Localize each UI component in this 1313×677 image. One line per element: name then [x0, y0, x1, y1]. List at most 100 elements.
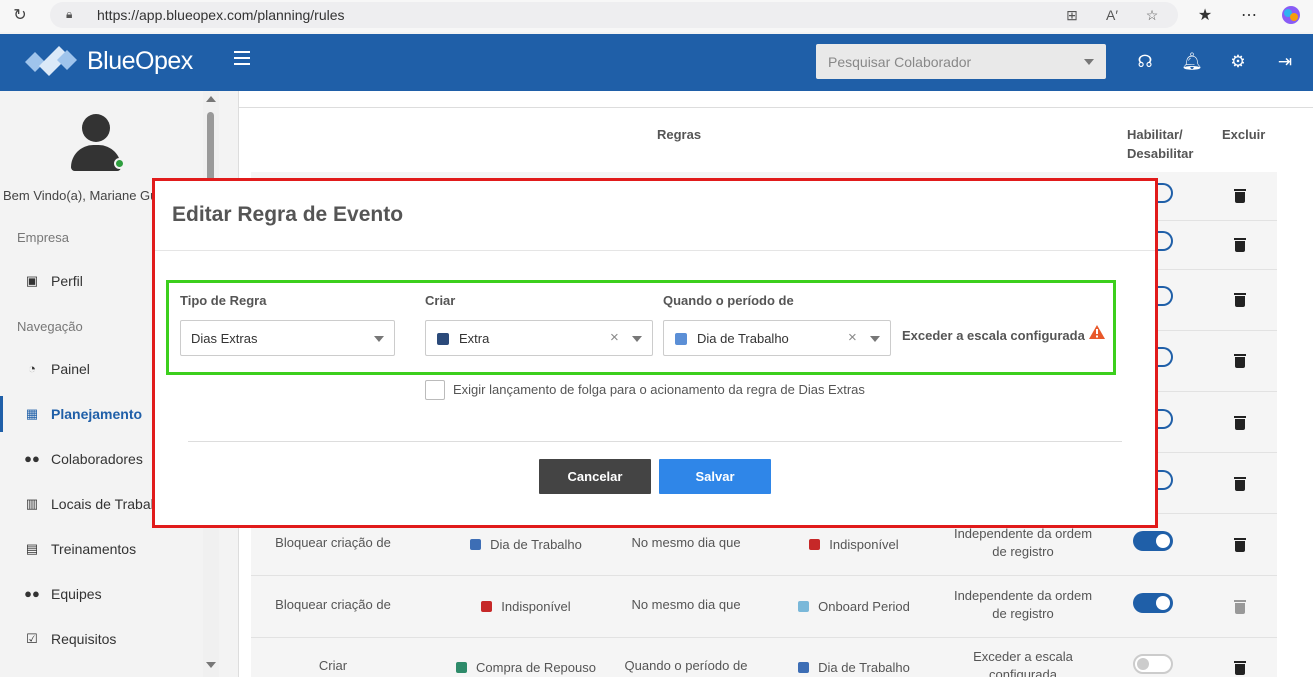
criar-color-swatch [437, 333, 449, 345]
briefcase-icon: ▣ [25, 273, 39, 288]
building-icon: ▥ [25, 496, 39, 511]
tipo-regra-value: Dias Extras [191, 331, 258, 346]
trash-icon[interactable] [1234, 477, 1246, 491]
row-event: Compra de Repouso [441, 660, 611, 675]
row-order-1: Independente da ordem [953, 588, 1093, 603]
menu-toggle-icon[interactable] [234, 51, 250, 65]
checkbox-icon: ☑ [26, 631, 38, 646]
require-folga-label: Exigir lançamento de folga para o aciona… [453, 382, 865, 397]
row-target: Onboard Period [779, 599, 929, 614]
row-condition: No mesmo dia que [631, 535, 741, 550]
trash-icon[interactable] [1234, 538, 1246, 552]
sidebar-item-treinamentos[interactable]: ▤ Treinamentos [0, 529, 203, 569]
team-icon: ●● [24, 586, 40, 601]
target-color-swatch [798, 601, 810, 612]
column-header-regras: Regras [657, 127, 702, 142]
chevron-down-icon [1084, 59, 1094, 65]
row-condition: No mesmo dia que [631, 597, 741, 612]
chevron-down-icon [632, 336, 642, 342]
column-header-habilitar: Habilitar/ [1127, 127, 1183, 142]
clear-icon[interactable]: × [610, 329, 619, 346]
section-navegacao: Navegação [17, 319, 83, 334]
row-condition: Quando o período de [624, 658, 748, 673]
row-event: Indisponível [441, 599, 611, 614]
enable-toggle[interactable] [1133, 593, 1173, 613]
criar-select[interactable]: Extra × [425, 320, 653, 356]
sidebar-item-label: Painel [51, 361, 90, 377]
table-row: Bloquear criação de Indisponível No mesm… [251, 576, 1277, 638]
sidebar-item-requisitos[interactable]: ☑ Requisitos [0, 619, 203, 659]
bell-icon[interactable]: 🔔︎ [1181, 51, 1203, 73]
event-color-swatch [481, 601, 493, 612]
clear-icon[interactable]: × [848, 329, 857, 346]
url-text[interactable]: https://app.blueopex.com/planning/rules [97, 7, 345, 23]
quando-select[interactable]: Dia de Trabalho × [663, 320, 891, 356]
modal-title: Editar Regra de Evento [172, 203, 404, 226]
search-employee-select[interactable]: Pesquisar Colaborador [816, 44, 1106, 79]
row-order-2: de registro [992, 544, 1054, 559]
trash-icon[interactable] [1234, 238, 1246, 252]
target-color-swatch [809, 539, 821, 550]
exceed-text: Exceder a escala configurada [902, 328, 1085, 343]
divider [155, 250, 1155, 251]
column-header-excluir: Excluir [1222, 127, 1266, 142]
row-order-2: de registro [992, 606, 1054, 621]
logo[interactable]: BlueOpex [25, 46, 193, 76]
favorite-star-icon[interactable]: ☆ [1143, 6, 1161, 24]
lock-icon[interactable]: 🔒︎ [66, 7, 80, 21]
read-aloud-icon[interactable]: A′ [1103, 6, 1121, 24]
sidebar-item-label: Treinamentos [51, 541, 137, 557]
trash-icon[interactable] [1234, 293, 1246, 307]
criar-value: Extra [459, 331, 490, 346]
app-grid-icon[interactable]: ⊞ [1063, 6, 1081, 24]
welcome-text: Bem Vindo(a), Mariane Gu [3, 188, 158, 203]
tipo-regra-select[interactable]: Dias Extras [180, 320, 395, 356]
sidebar-item-label: Requisitos [51, 631, 117, 647]
scroll-up-icon[interactable] [206, 96, 216, 102]
more-menu-icon[interactable]: ⋯ [1238, 5, 1260, 27]
logo-text: BlueOpex [87, 46, 193, 75]
enable-toggle[interactable] [1133, 531, 1173, 551]
reload-icon[interactable]: ↻ [10, 6, 30, 26]
quando-color-swatch [675, 333, 687, 345]
sidebar-item-label: Colaboradores [51, 451, 143, 467]
trash-icon[interactable] [1234, 189, 1246, 203]
enable-toggle[interactable] [1133, 654, 1173, 674]
sidebar-item-equipes[interactable]: ●● Equipes [0, 574, 203, 614]
search-placeholder: Pesquisar Colaborador [828, 54, 972, 70]
row-action: Bloquear criação de [275, 535, 391, 550]
sidebar-item-label: Planejamento [51, 406, 143, 422]
event-color-swatch [456, 662, 468, 673]
quando-label: Quando o período de [663, 293, 794, 308]
trash-icon[interactable] [1234, 600, 1246, 614]
criar-label: Criar [425, 293, 456, 308]
online-status-dot [114, 158, 125, 169]
require-folga-checkbox[interactable] [425, 380, 445, 400]
trash-icon[interactable] [1234, 416, 1246, 430]
save-button[interactable]: Salvar [659, 459, 771, 494]
browser-toolbar: ↻ 🔒︎ https://app.blueopex.com/planning/r… [0, 0, 1313, 32]
logout-icon[interactable]: ⇥ [1274, 51, 1296, 73]
row-action: Bloquear criação de [275, 597, 391, 612]
address-bar[interactable]: 🔒︎ https://app.blueopex.com/planning/rul… [50, 2, 1178, 28]
table-row: Criar Compra de Repouso Quando o período… [251, 638, 1277, 677]
avatar [70, 114, 125, 172]
sidebar-item-label: Equipes [51, 586, 102, 602]
section-empresa: Empresa [17, 230, 70, 245]
copilot-icon[interactable] [1280, 5, 1302, 27]
favorites-icon[interactable]: ★ [1194, 5, 1216, 27]
calendar-icon: ▦ [25, 406, 39, 421]
dashboard-icon: ◔ [28, 361, 36, 376]
tipo-regra-label: Tipo de Regra [180, 293, 267, 308]
divider [238, 107, 1313, 108]
trash-icon[interactable] [1234, 661, 1246, 675]
scroll-down-icon[interactable] [206, 662, 216, 668]
trash-icon[interactable] [1234, 354, 1246, 368]
cancel-button[interactable]: Cancelar [539, 459, 651, 494]
headset-icon[interactable]: ☊ [1134, 51, 1156, 73]
warning-icon [1089, 325, 1105, 339]
row-target: Dia de Trabalho [779, 660, 929, 675]
gear-icon[interactable]: ⚙ [1227, 51, 1249, 73]
training-icon: ▤ [25, 541, 39, 556]
row-order-2: configurada [989, 667, 1057, 677]
